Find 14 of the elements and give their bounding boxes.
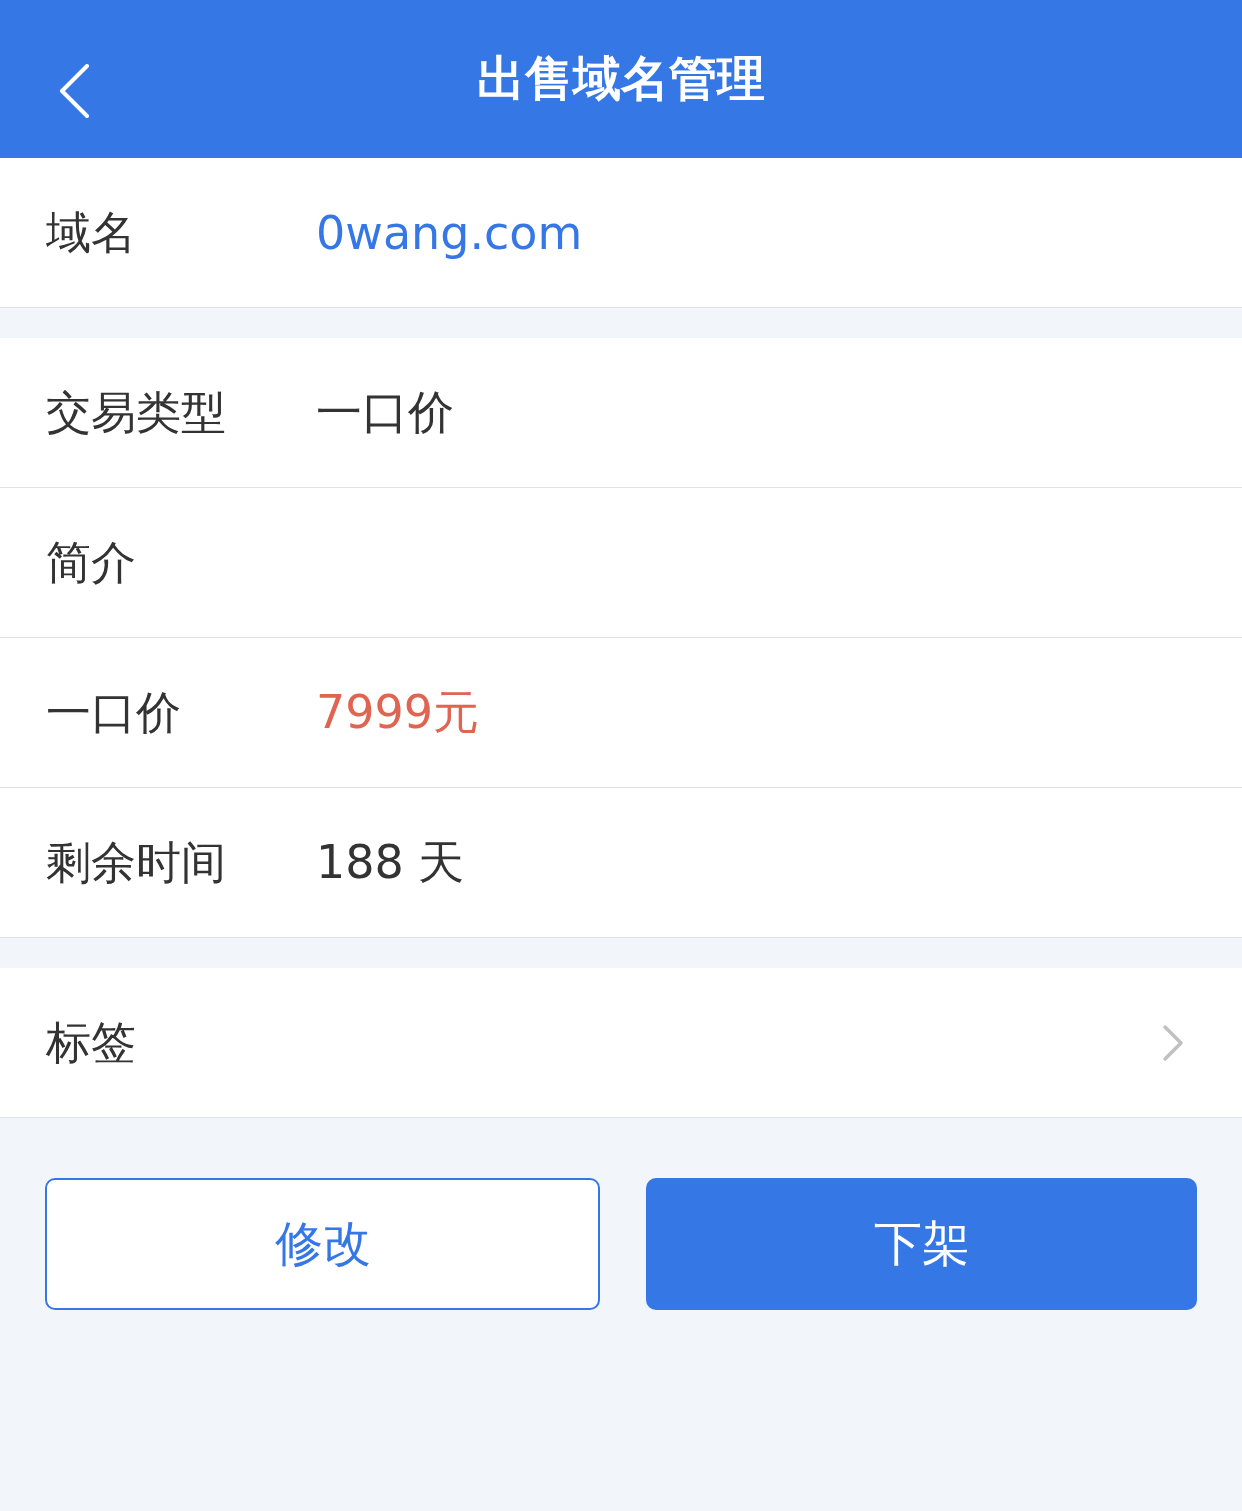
action-button[interactable]: 修改 bbox=[45, 1178, 600, 1310]
field-label: 交易类型 bbox=[46, 384, 227, 441]
field-label: 标签 bbox=[46, 1014, 137, 1071]
field-value: 一口价 bbox=[316, 383, 454, 441]
field-label: 剩余时间 bbox=[46, 834, 227, 891]
field-label: 简介 bbox=[46, 534, 137, 591]
back-icon[interactable] bbox=[58, 64, 90, 118]
action-button[interactable]: 下架 bbox=[646, 1178, 1197, 1310]
page-title: 出售域名管理 bbox=[477, 49, 765, 108]
field-value: 188 天 bbox=[316, 833, 465, 891]
field-label: 一口价 bbox=[46, 684, 182, 741]
field-label: 域名 bbox=[46, 204, 137, 261]
field-value: 7999元 bbox=[316, 683, 480, 741]
field-value: 0wang.com bbox=[316, 205, 583, 260]
